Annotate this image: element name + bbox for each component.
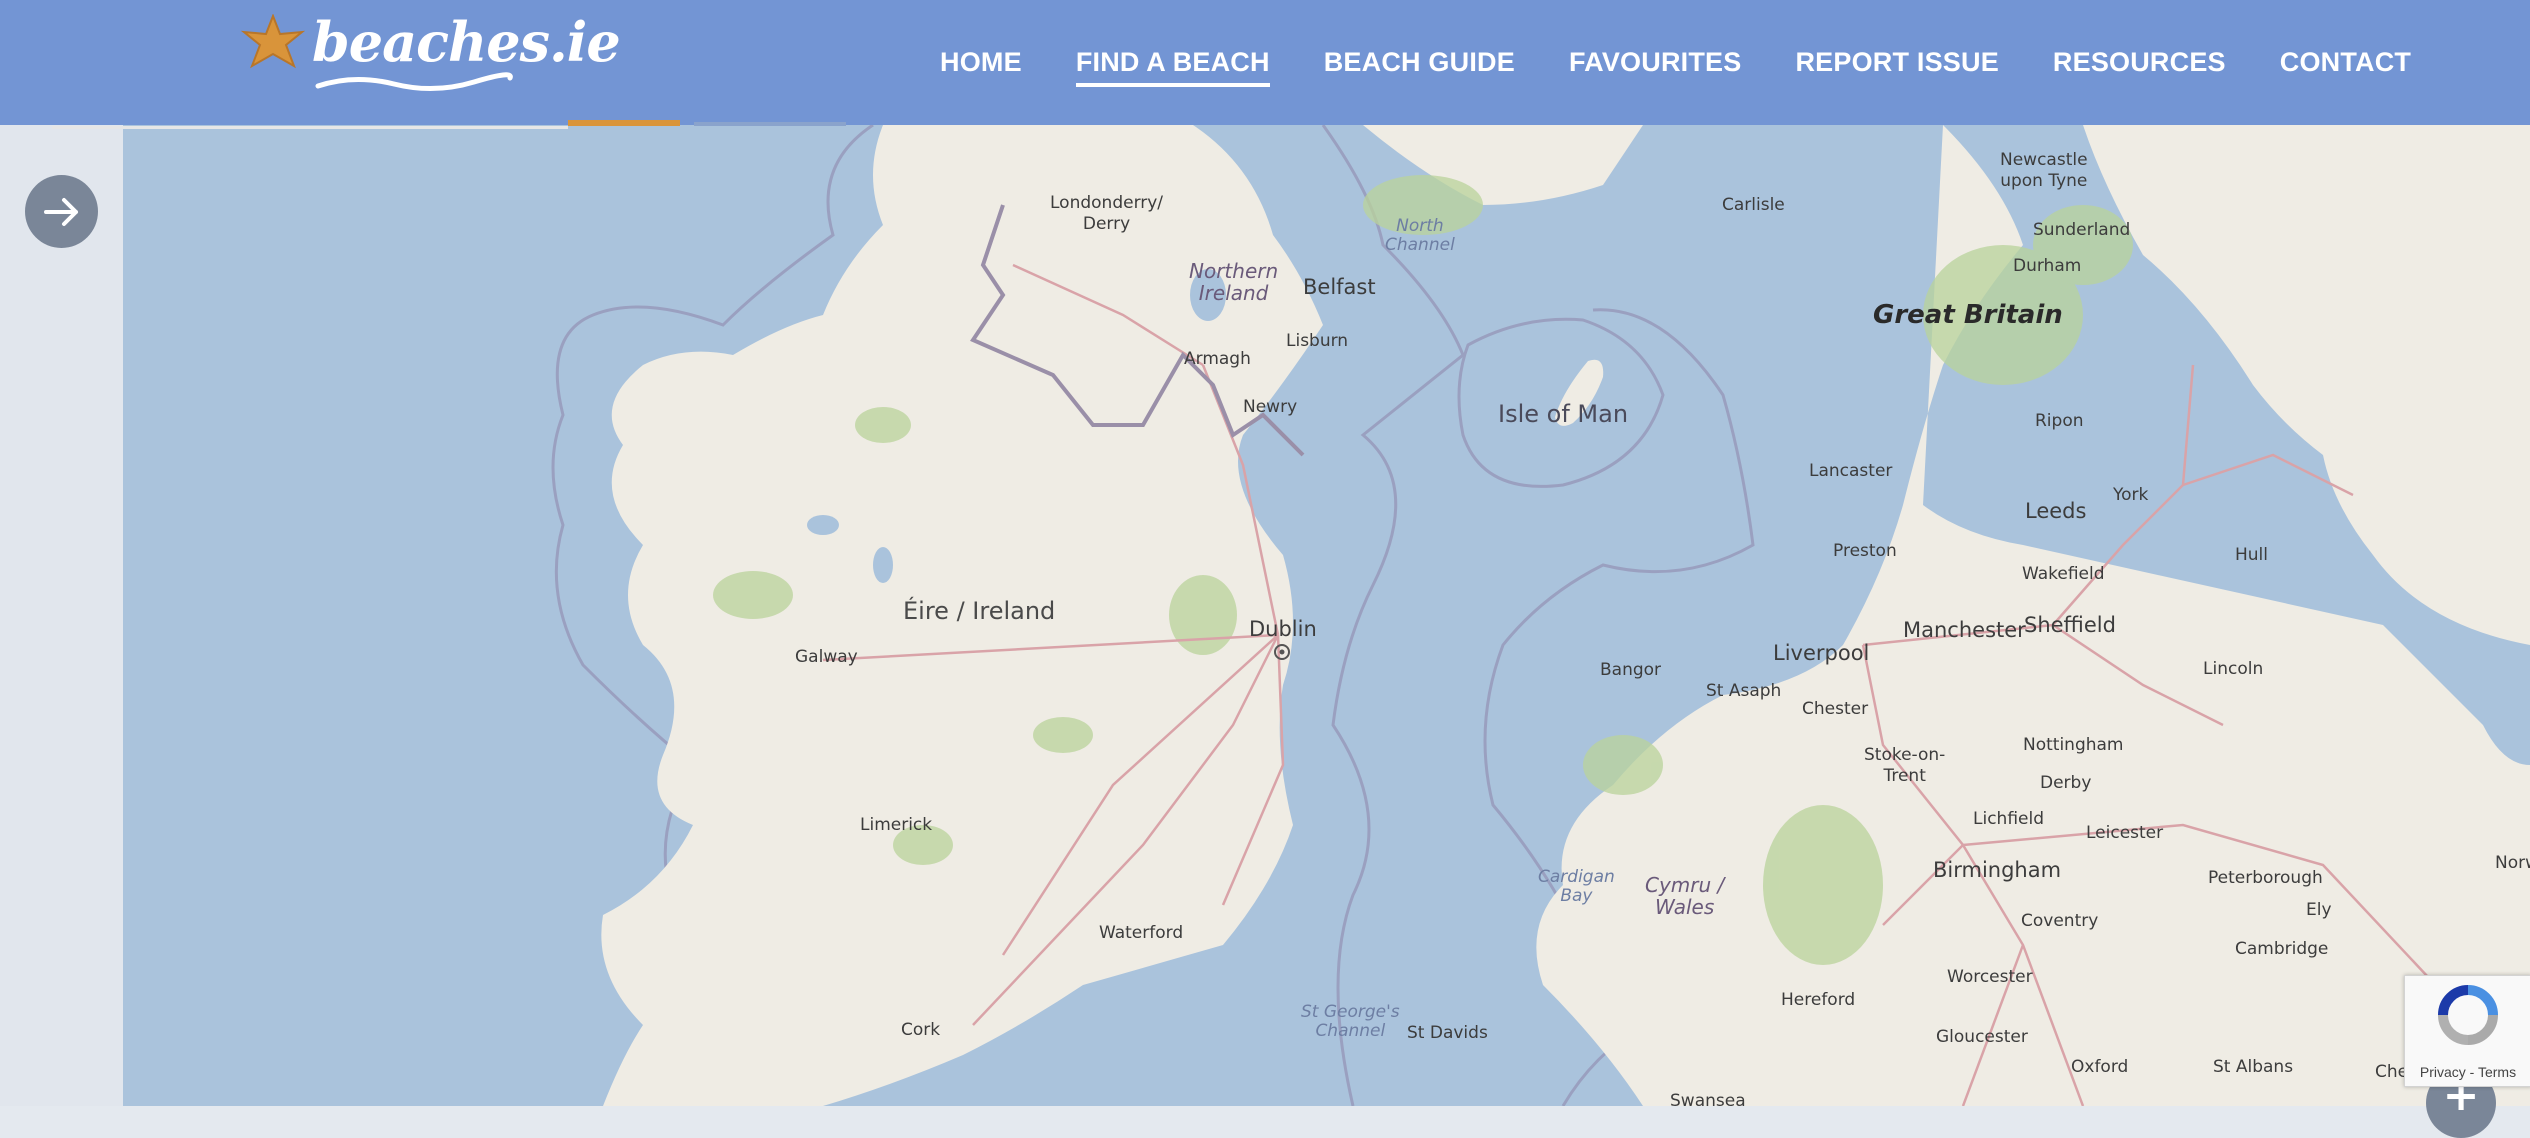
map-label-st-asaph: St Asaph xyxy=(1706,681,1782,701)
map-label-great-britain: Great Britain xyxy=(1873,300,2063,330)
map-label-coventry: Coventry xyxy=(2021,911,2099,931)
map-label-northern-ireland: Northern Ireland xyxy=(1189,259,1279,305)
recaptcha-icon xyxy=(2438,985,2498,1045)
map-label-dublin: Dublin xyxy=(1249,617,1317,641)
filter-button[interactable] xyxy=(694,122,846,126)
map-label-sunderland: Sunderland xyxy=(2033,220,2131,240)
nav-home[interactable]: HOME xyxy=(940,47,1022,78)
map-label-lichfield: Lichfield xyxy=(1973,809,2044,829)
recaptcha-terms-link[interactable]: Terms xyxy=(2478,1064,2516,1080)
recaptcha-links: Privacy - Terms xyxy=(2405,1064,2530,1080)
map-label-chester: Chester xyxy=(1802,699,1869,719)
map-label-sheffield: Sheffield xyxy=(2024,613,2116,637)
map-label-st-georges-channel: St George's Channel xyxy=(1301,1002,1400,1041)
site-logo[interactable]: beaches.ie xyxy=(236,10,621,96)
map-label-derby: Derby xyxy=(2040,773,2092,793)
logo-text: beaches.ie xyxy=(312,10,621,74)
nav-contact[interactable]: CONTACT xyxy=(2280,47,2411,78)
nav-resources[interactable]: RESOURCES xyxy=(2053,47,2226,78)
map-label-belfast: Belfast xyxy=(1303,275,1376,299)
map-canvas[interactable]: Éire / Ireland Great Britain Isle of Man… xyxy=(123,125,2530,1106)
map-label-ely: Ely xyxy=(2306,900,2332,920)
map-label-bangor: Bangor xyxy=(1600,660,1662,680)
map-label-lisburn: Lisburn xyxy=(1286,331,1349,351)
nav-report-issue[interactable]: REPORT ISSUE xyxy=(1795,47,1998,78)
sidebar-panel xyxy=(0,125,123,1106)
map-label-york: York xyxy=(2113,485,2149,505)
map-label-newcastle: Newcastle upon Tyne xyxy=(2000,150,2088,192)
search-button[interactable] xyxy=(568,120,680,126)
map-label-isle-of-man: Isle of Man xyxy=(1498,400,1629,428)
recaptcha-privacy-link[interactable]: Privacy xyxy=(2420,1064,2466,1080)
map-label-armagh: Armagh xyxy=(1184,349,1251,369)
map-label-swansea: Swansea xyxy=(1670,1091,1746,1106)
recaptcha-separator: - xyxy=(2465,1064,2478,1080)
map-label-lincoln: Lincoln xyxy=(2203,659,2264,679)
map-label-derry: Londonderry/Derry xyxy=(1050,193,1164,235)
map-label-nottingham: Nottingham xyxy=(2023,735,2124,755)
map-tiles xyxy=(551,125,2530,1106)
nav-find-a-beach[interactable]: FIND A BEACH xyxy=(1075,47,1270,87)
map-label-manchester: Manchester xyxy=(1903,618,2026,642)
map-label-hull: Hull xyxy=(2235,545,2269,565)
map-label-hereford: Hereford xyxy=(1781,990,1856,1010)
map-label-st-albans: St Albans xyxy=(2213,1057,2294,1077)
map-label-wales: Cymru / Wales xyxy=(1645,873,1725,919)
arrow-right-icon xyxy=(43,197,78,226)
map-label-cork: Cork xyxy=(901,1020,941,1040)
wave-icon xyxy=(315,72,513,91)
map-label-birmingham: Birmingham xyxy=(1933,858,2062,882)
map-label-durham: Durham xyxy=(2013,256,2082,276)
nav-beach-guide[interactable]: BEACH GUIDE xyxy=(1324,47,1515,78)
starfish-icon xyxy=(240,14,306,69)
map-label-ireland: Éire / Ireland xyxy=(903,597,1056,625)
map-label-galway: Galway xyxy=(795,647,858,667)
map-label-gloucester: Gloucester xyxy=(1936,1027,2028,1047)
map-label-oxford: Oxford xyxy=(2071,1057,2129,1077)
nav-favourites[interactable]: FAVOURITES xyxy=(1569,47,1742,78)
map-label-st-davids: St Davids xyxy=(1407,1023,1488,1043)
site-header: beaches.ie HOME FIND A BEACH BEACH GUIDE… xyxy=(0,0,2530,125)
search-input[interactable] xyxy=(52,118,568,129)
map-label-stoke: Stoke-on- Trent xyxy=(1864,745,1946,787)
expand-sidebar-button[interactable] xyxy=(25,175,98,248)
map-label-peterborough: Peterborough xyxy=(2208,868,2323,888)
map-label-worcester: Worcester xyxy=(1947,967,2033,987)
map-label-cardigan-bay: Cardigan Bay xyxy=(1538,867,1615,906)
map-label-leeds: Leeds xyxy=(2025,499,2087,523)
recaptcha-badge[interactable]: Privacy - Terms xyxy=(2404,975,2530,1087)
main-nav: HOME FIND A BEACH BEACH GUIDE FAVOURITES… xyxy=(940,0,2465,125)
map-label-preston: Preston xyxy=(1833,541,1897,561)
map-label-lancaster: Lancaster xyxy=(1809,461,1893,481)
map-label-cambridge: Cambridge xyxy=(2235,939,2329,959)
map-label-liverpool: Liverpool xyxy=(1773,641,1870,665)
map-label-carlisle: Carlisle xyxy=(1722,195,1785,215)
map-label-waterford: Waterford xyxy=(1099,923,1184,943)
map-label-limerick: Limerick xyxy=(860,815,933,835)
map-label-north-channel: North Channel xyxy=(1385,216,1455,255)
map-label-newry: Newry xyxy=(1243,397,1298,417)
map-label-leicester: Leicester xyxy=(2086,823,2164,843)
map-label-wakefield: Wakefield xyxy=(2022,564,2105,584)
map-label-norwich: Norw xyxy=(2495,853,2530,873)
map-label-ripon: Ripon xyxy=(2035,411,2084,431)
